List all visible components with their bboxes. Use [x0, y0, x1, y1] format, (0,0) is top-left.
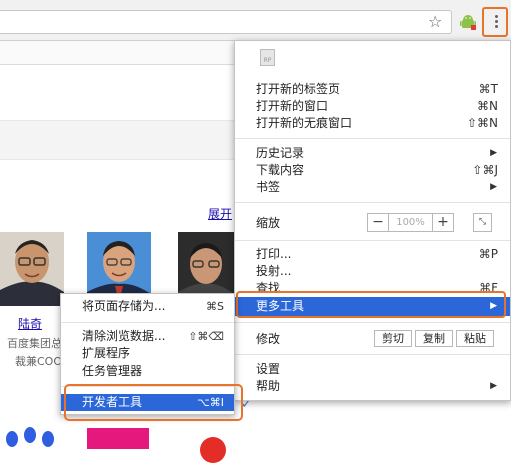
person-photo-luqi[interactable] [0, 232, 64, 306]
menu-divider [235, 322, 510, 323]
menu-item-label: 清除浏览数据... [82, 329, 166, 343]
submenu-arrow-icon: ▶ [490, 148, 497, 158]
menu-item-zoom: 缩放 − 100% + ⤡ [235, 213, 510, 234]
address-bar[interactable] [0, 10, 452, 34]
person-desc-line2: 裁兼COO [15, 355, 62, 368]
menu-item-settings[interactable]: 设置 [235, 361, 510, 378]
menu-item-label: 修改 [256, 332, 281, 346]
android-extension-icon[interactable] [459, 13, 477, 31]
menu-item-downloads[interactable]: 下载内容 ⇧⌘J [235, 162, 510, 179]
submenu-arrow-icon: ▶ [490, 182, 497, 192]
menu-item-shortcut: ⌘P [478, 247, 498, 261]
menu-divider [235, 240, 510, 241]
bookmark-star-icon[interactable]: ☆ [428, 13, 442, 31]
more-tools-callout [236, 291, 506, 318]
zoom-in-button[interactable]: + [433, 214, 453, 231]
page-band [0, 120, 240, 160]
menu-item-history[interactable]: 历史记录 ▶ [235, 145, 510, 162]
menu-item-edit: 修改 剪切 复制 粘贴 [235, 330, 510, 349]
zoom-level: 100% [388, 214, 433, 231]
menu-item-cast[interactable]: 投射... [235, 263, 510, 280]
menu-item-new-window[interactable]: 打开新的窗口 ⌘N [235, 98, 510, 115]
browser-toolbar: ☆ [0, 0, 511, 41]
person-description: 百度集团总 裁兼COO [0, 335, 62, 371]
menu-item-label: 帮助 [256, 379, 281, 393]
menu-item-new-incognito[interactable]: 打开新的无痕窗口 ⇧⌘N [235, 115, 510, 132]
menu-item-shortcut: ⌘S [206, 300, 224, 313]
copy-button[interactable]: 复制 [415, 330, 453, 347]
three-dots-vertical-icon [495, 15, 498, 29]
cut-button[interactable]: 剪切 [374, 330, 412, 347]
red-circle-logo[interactable] [200, 437, 226, 463]
submenu-item-save-page[interactable]: 将页面存储为... ⌘S [61, 298, 234, 315]
menu-item-label: 打开新的标签页 [256, 82, 341, 96]
zoom-out-button[interactable]: − [368, 214, 388, 231]
menu-divider [235, 202, 510, 203]
menu-item-label: 设置 [256, 362, 281, 376]
menu-item-label: 下载内容 [256, 163, 305, 177]
menu-item-shortcut: ⇧⌘N [466, 116, 498, 130]
menu-item-label: 书签 [256, 180, 281, 194]
menu-divider [235, 354, 510, 355]
chrome-menu-button[interactable] [482, 7, 508, 37]
menu-item-label: 将页面存储为... [82, 299, 166, 313]
menu-divider [61, 322, 234, 323]
blue-paw-logo[interactable] [0, 427, 60, 449]
menu-item-print[interactable]: 打印... ⌘P [235, 246, 510, 263]
menu-item-label: 扩展程序 [82, 346, 131, 360]
dev-tools-callout [64, 384, 243, 421]
menu-item-label: 打开新的窗口 [256, 99, 329, 113]
submenu-item-extensions[interactable]: 扩展程序 [61, 345, 234, 362]
fullscreen-icon[interactable]: ⤡ [473, 213, 492, 232]
submenu-item-clear-data[interactable]: 清除浏览数据... ⇧⌘⌫ [61, 328, 234, 345]
menu-item-label: 历史记录 [256, 146, 305, 160]
person-desc-line1: 百度集团总 [7, 337, 62, 350]
chrome-main-menu: RP 打开新的标签页 ⌘T 打开新的窗口 ⌘N 打开新的无痕窗口 ⇧⌘N 历史记… [234, 40, 511, 401]
submenu-arrow-icon: ▶ [490, 381, 497, 391]
zoom-control: − 100% + [367, 213, 454, 232]
menu-item-shortcut: ⌘N [477, 99, 498, 113]
submenu-item-task-manager[interactable]: 任务管理器 [61, 363, 234, 380]
menu-item-new-tab[interactable]: 打开新的标签页 ⌘T [235, 81, 510, 98]
pink-logo[interactable] [87, 428, 149, 449]
rp-placeholder-icon: RP [260, 49, 275, 66]
menu-item-label: 缩放 [256, 216, 281, 230]
menu-item-shortcut: ⇧⌘J [472, 163, 498, 177]
menu-item-label: 任务管理器 [82, 364, 143, 378]
menu-item-help[interactable]: 帮助 ▶ [235, 378, 510, 395]
person-name-link[interactable]: 陆奇 [18, 315, 42, 332]
menu-item-bookmarks[interactable]: 书签 ▶ [235, 179, 510, 196]
expand-link[interactable]: 展开 [208, 205, 232, 222]
menu-item-shortcut: ⌘T [478, 82, 498, 96]
menu-item-shortcut: ⇧⌘⌫ [188, 330, 224, 343]
menu-item-label: 打开新的无痕窗口 [256, 116, 353, 130]
paste-button[interactable]: 粘贴 [456, 330, 494, 347]
menu-item-label: 投射... [256, 264, 292, 278]
menu-divider [235, 138, 510, 139]
menu-item-label: 打印... [256, 247, 292, 261]
